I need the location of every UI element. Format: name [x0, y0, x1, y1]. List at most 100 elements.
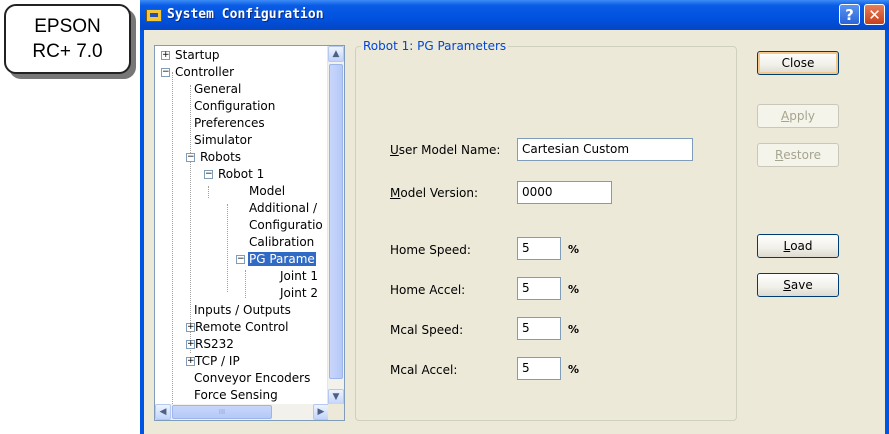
tree-node-label: Robot 1: [218, 167, 265, 181]
tree-node-label: Robots: [200, 150, 242, 164]
mnemonic: U: [390, 143, 399, 157]
tree-vertical-scrollbar[interactable]: ▲ ▼: [327, 46, 344, 405]
tree-node-label: Joint 2: [280, 286, 318, 300]
tree-node-label: Configuratio: [249, 218, 323, 232]
mcal-speed-input[interactable]: 5: [517, 317, 561, 340]
app-icon: [146, 9, 162, 22]
collapse-icon[interactable]: −: [236, 255, 245, 264]
scroll-down-button[interactable]: ▼: [328, 389, 344, 405]
tree-node-label: Simulator: [194, 133, 252, 147]
scroll-right-button[interactable]: ▶: [313, 404, 329, 420]
tree-node-conveyor-encoders[interactable]: Conveyor Encoders: [193, 370, 311, 387]
tree-line: [227, 204, 228, 292]
user-model-name-input[interactable]: Cartesian Custom: [517, 138, 693, 161]
system-configuration-window: System Configuration ? ✕ + Startup − Con…: [140, 0, 889, 434]
tree-node-label: Force Sensing: [194, 388, 278, 402]
chevron-down-icon: ▼: [332, 392, 340, 402]
tree-node-force-sensing[interactable]: Force Sensing: [193, 387, 279, 404]
mnemonic: R: [774, 148, 784, 162]
config-tree-view[interactable]: + Startup − Controller General Configura…: [154, 45, 345, 421]
mcal-speed-unit: %: [568, 323, 580, 336]
expand-icon[interactable]: +: [161, 51, 170, 60]
tree-node-label: PG Parame: [248, 252, 316, 266]
tree-line: [245, 270, 246, 298]
tree-node-joint-2[interactable]: Joint 2: [279, 285, 319, 302]
tree-node-rs232[interactable]: + RS232: [186, 336, 235, 353]
tree-node-remote-control[interactable]: + Remote Control: [186, 319, 290, 336]
button-label: oad: [790, 239, 813, 253]
close-window-button[interactable]: ✕: [864, 4, 885, 25]
tree-node-model[interactable]: Model: [248, 183, 286, 200]
badge-line-1: EPSON: [34, 16, 101, 37]
tree-node-preferences[interactable]: Preferences: [193, 115, 266, 132]
close-icon: ✕: [868, 5, 881, 24]
home-accel-label: Home Accel:: [390, 283, 466, 297]
tree-line: [208, 186, 209, 198]
tree-node-robots[interactable]: − Robots: [186, 149, 242, 166]
chevron-up-icon: ▲: [332, 49, 340, 59]
tree-content: + Startup − Controller General Configura…: [155, 46, 329, 405]
tree-node-joint-1[interactable]: Joint 1: [279, 268, 319, 285]
expand-icon[interactable]: +: [186, 340, 195, 349]
tree-node-additional[interactable]: Additional /: [248, 200, 318, 217]
tree-node-pg-parameters[interactable]: − PG Parame: [236, 251, 316, 268]
mcal-accel-input[interactable]: 5: [517, 357, 561, 380]
help-button[interactable]: ?: [839, 4, 860, 25]
tree-node-label: Additional /: [249, 201, 318, 215]
chevron-left-icon: ◀: [159, 407, 167, 417]
tree-node-label: Model: [249, 184, 286, 198]
tree-horizontal-scrollbar[interactable]: ◀ III ▶: [155, 404, 329, 420]
title-bar[interactable]: System Configuration ? ✕: [140, 0, 889, 30]
tree-node-robot-configuration[interactable]: Configuratio: [248, 217, 324, 234]
tree-node-label: Configuration: [194, 99, 276, 113]
label-text: ser Model Name:: [398, 143, 501, 157]
tree-node-configuration[interactable]: Configuration: [193, 98, 276, 115]
button-label: estore: [783, 148, 822, 162]
tree-node-calibration[interactable]: Calibration: [248, 234, 315, 251]
tree-line: [190, 85, 191, 353]
collapse-icon[interactable]: −: [204, 170, 213, 179]
user-model-name-label: User Model Name:: [390, 143, 500, 157]
mnemonic: S: [783, 278, 791, 292]
model-version-label: Model Version:: [390, 186, 478, 200]
scroll-up-button[interactable]: ▲: [328, 46, 344, 62]
button-label: ave: [790, 278, 813, 292]
expand-icon[interactable]: +: [186, 357, 195, 366]
expand-icon[interactable]: +: [186, 323, 195, 332]
tree-node-controller[interactable]: − Controller: [161, 64, 235, 81]
collapse-icon[interactable]: −: [186, 153, 195, 162]
apply-button[interactable]: Apply: [757, 104, 839, 128]
tree-node-label: Calibration: [249, 235, 315, 249]
home-speed-input[interactable]: 5: [517, 237, 561, 260]
epson-rc-badge: EPSON RC+ 7.0: [4, 4, 131, 74]
tree-node-label: TCP / IP: [195, 354, 240, 368]
dialog-client-area: + Startup − Controller General Configura…: [144, 30, 885, 434]
save-button[interactable]: Save: [757, 273, 839, 297]
tree-node-robot-1[interactable]: − Robot 1: [204, 166, 265, 183]
tree-line: [172, 72, 173, 405]
model-version-input[interactable]: 0000: [517, 181, 612, 204]
button-label: pply: [789, 109, 815, 123]
tree-node-label: Controller: [175, 65, 235, 79]
mcal-accel-label: Mcal Accel:: [390, 363, 458, 377]
tree-node-startup[interactable]: + Startup: [161, 47, 221, 64]
scroll-left-button[interactable]: ◀: [155, 404, 171, 420]
close-button[interactable]: Close: [757, 51, 839, 75]
mnemonic: L: [783, 239, 791, 253]
horizontal-scroll-thumb[interactable]: III: [172, 405, 272, 419]
vertical-scroll-thumb[interactable]: [329, 64, 343, 379]
home-speed-unit: %: [568, 243, 580, 256]
tree-node-tcp-ip[interactable]: + TCP / IP: [186, 353, 241, 370]
pg-parameters-group: Robot 1: PG Parameters User Model Name: …: [355, 39, 737, 421]
load-button[interactable]: Load: [757, 234, 839, 258]
tree-node-label: Conveyor Encoders: [194, 371, 311, 385]
tree-node-simulator[interactable]: Simulator: [193, 132, 253, 149]
home-accel-input[interactable]: 5: [517, 277, 561, 300]
tree-node-label: General: [194, 82, 242, 96]
restore-button[interactable]: Restore: [757, 143, 839, 167]
tree-node-inputs-outputs[interactable]: Inputs / Outputs: [193, 302, 292, 319]
collapse-icon[interactable]: −: [161, 68, 170, 77]
tree-node-label: Joint 1: [280, 269, 318, 283]
tree-node-general[interactable]: General: [193, 81, 242, 98]
home-accel-unit: %: [568, 283, 580, 296]
